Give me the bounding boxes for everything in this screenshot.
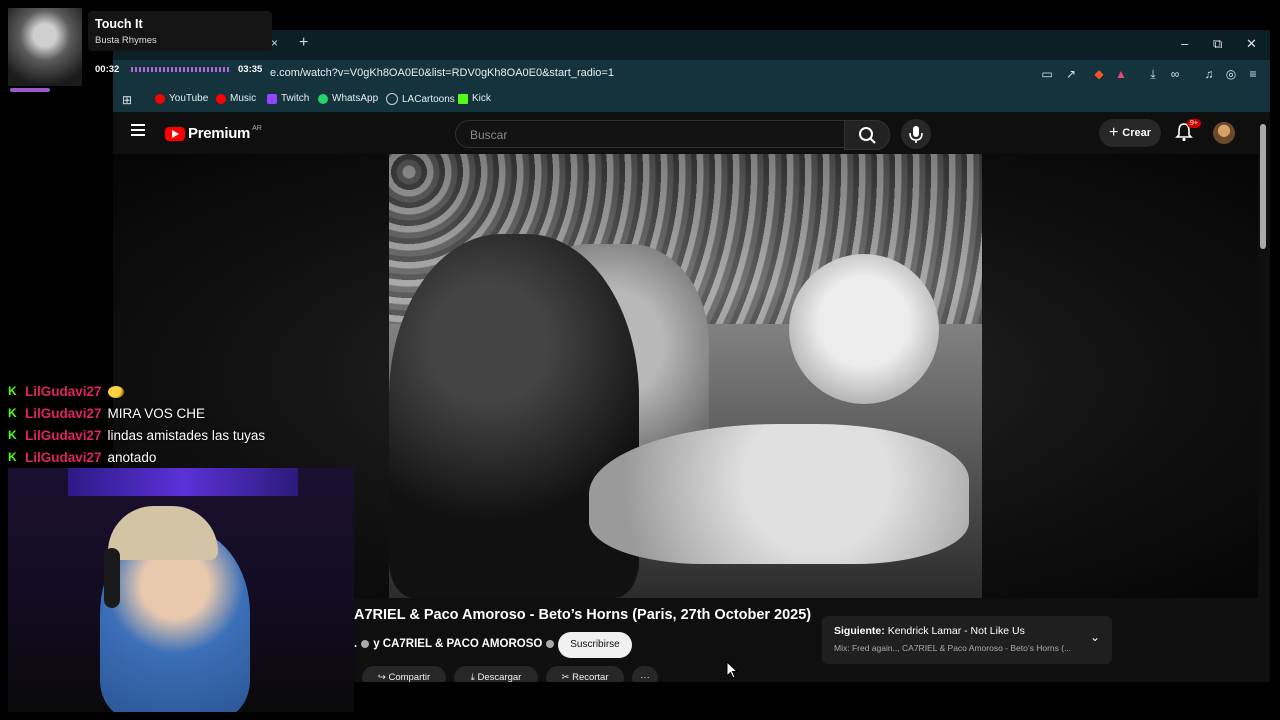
bookmark-twitch[interactable]: Twitch: [267, 93, 309, 104]
bookmark-youtube[interactable]: YouTube: [155, 93, 208, 104]
download-icon[interactable]: ⤓: [1145, 66, 1161, 82]
download-button[interactable]: ⤓ Descargar: [454, 666, 538, 682]
notification-badge: 9+: [1187, 119, 1201, 128]
search-icon: [859, 127, 876, 144]
mouse-cursor-icon: [726, 661, 738, 679]
minimize-icon[interactable]: –: [1181, 36, 1188, 51]
address-bar: e.com/watch?v=V0gKh8OA0E0&list=RDV0gKh8O…: [113, 60, 1270, 88]
avatar[interactable]: [1213, 122, 1235, 144]
hamburger-menu-icon[interactable]: [131, 124, 145, 136]
up-next-song: Kendrick Lamar - Not Like Us: [887, 625, 1025, 637]
vpn-shield-icon[interactable]: ◎: [1223, 66, 1239, 82]
youtube-play-icon: [165, 126, 185, 141]
browser-menu-icon[interactable]: ≡: [1245, 66, 1261, 82]
url-text[interactable]: e.com/watch?v=V0gKh8OA0E0&list=RDV0gKh8O…: [270, 67, 614, 79]
emote-icon: [107, 385, 124, 398]
bookmark-lacartoons[interactable]: LACartoons: [386, 93, 455, 105]
apps-grid-icon[interactable]: ⊞: [119, 92, 135, 108]
up-next-mix: Mix: Fred again.., CA7RIEL & Paco Amoros…: [834, 643, 1072, 653]
album-accent-bar: [10, 88, 50, 92]
bookmark-kick[interactable]: Kick: [458, 93, 491, 104]
elapsed-time: 00:32: [95, 64, 120, 75]
twitch-icon: [267, 93, 277, 104]
chat-username: LilGudavi27: [25, 450, 102, 465]
channel-line: . y CA7RIEL & PACO AMOROSO: [354, 638, 555, 650]
up-next-card[interactable]: Siguiente: Kendrick Lamar - Not Like Us …: [822, 616, 1112, 664]
clip-button[interactable]: ✂ Recortar: [546, 666, 624, 682]
chat-text: lindas amistades las tuyas: [107, 428, 266, 443]
music-icon: [216, 93, 226, 104]
chat-message: K LilGudavi27: [8, 384, 124, 399]
brave-shield-icon[interactable]: ◆: [1091, 66, 1107, 82]
plus-icon: +: [1108, 124, 1119, 141]
new-tab-icon[interactable]: +: [299, 34, 308, 52]
chat-message: K LilGudavi27 anotado: [8, 450, 156, 465]
song-progress-bar: [131, 67, 229, 72]
video-frame: [389, 154, 982, 598]
link-icon[interactable]: ∞: [1167, 66, 1183, 82]
voice-search-button[interactable]: [901, 119, 931, 149]
chat-text: MIRA VOS CHE: [107, 406, 206, 421]
chat-message: K LilGudavi27 lindas amistades las tuyas: [8, 428, 265, 443]
chat-username: LilGudavi27: [25, 406, 102, 421]
verified-icon: [361, 640, 370, 648]
tab-close-icon[interactable]: ×: [271, 36, 278, 50]
album-art: [8, 8, 82, 86]
restore-icon[interactable]: ⧉: [1213, 36, 1222, 52]
youtube-premium-logo[interactable]: Premium AR: [165, 125, 262, 142]
bookmarks-bar: ⊞ YouTube Music Twitch WhatsApp LACartoo…: [113, 88, 1270, 112]
chevron-down-icon[interactable]: ⌄: [1090, 630, 1100, 644]
globe-icon: [386, 93, 398, 105]
channel-name[interactable]: y CA7RIEL & PACO AMOROSO: [373, 638, 542, 650]
rewards-icon[interactable]: ▲: [1113, 66, 1129, 82]
share-icon[interactable]: ↗: [1063, 66, 1079, 82]
more-actions-button[interactable]: ···: [632, 666, 658, 682]
kick-icon: K: [8, 428, 17, 442]
share-button[interactable]: ↪ Compartir: [362, 666, 446, 682]
verified-icon: [546, 640, 555, 648]
bookmark-music[interactable]: Music: [216, 93, 256, 104]
now-playing-widget: Touch It Busta Rhymes 00:32 03:35: [8, 8, 272, 94]
headset: [104, 548, 120, 608]
song-duration: 03:35: [238, 64, 263, 75]
video-title: A7RIEL & Paco Amoroso - Beto’s Horns (Pa…: [354, 607, 812, 623]
song-artist: Busta Rhymes: [95, 35, 157, 46]
kick-icon: [458, 93, 468, 104]
chat-username: LilGudavi27: [25, 428, 102, 443]
music-note-icon[interactable]: ♫: [1201, 66, 1217, 82]
close-window-icon[interactable]: ✕: [1246, 36, 1257, 52]
webcam-feed: [8, 468, 354, 712]
subscribe-button[interactable]: Suscribirse: [558, 632, 632, 658]
bookmark-whatsapp[interactable]: WhatsApp: [318, 93, 378, 104]
search-input[interactable]: [468, 127, 832, 143]
kick-icon: K: [8, 384, 17, 398]
whatsapp-icon: [318, 93, 328, 104]
search-button[interactable]: [844, 120, 890, 150]
song-title: Touch It: [95, 17, 143, 31]
kick-icon: K: [8, 450, 17, 464]
chat-username: LilGudavi27: [25, 384, 102, 399]
microphone-icon: [909, 126, 923, 143]
create-button[interactable]: + Crear: [1099, 119, 1161, 147]
kick-icon: K: [8, 406, 17, 420]
search-box: [455, 120, 845, 148]
chat-message: K LilGudavi27 MIRA VOS CHE: [8, 406, 205, 421]
tab-bar: × + – ⧉ ✕: [113, 30, 1270, 60]
cast-icon[interactable]: ▭: [1039, 66, 1055, 82]
youtube-header: Premium AR + Crear 9+: [113, 112, 1270, 154]
youtube-icon: [155, 93, 165, 104]
up-next-label: Siguiente:: [834, 625, 885, 637]
page-scrollbar[interactable]: [1260, 124, 1266, 249]
chat-text: anotado: [107, 450, 157, 465]
